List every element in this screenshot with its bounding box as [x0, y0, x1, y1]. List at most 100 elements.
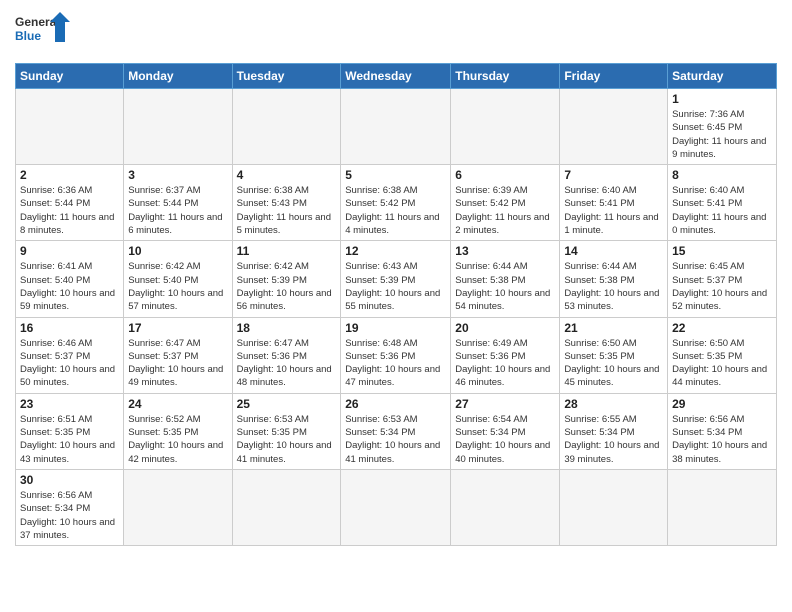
day-number: 19 [345, 321, 446, 335]
calendar-cell: 4 Sunrise: 6:38 AM Sunset: 5:43 PM Daylig… [232, 165, 341, 241]
calendar-cell [232, 89, 341, 165]
calendar-cell [451, 469, 560, 545]
calendar-cell: 21Sunrise: 6:50 AM Sunset: 5:35 PM Dayli… [560, 317, 668, 393]
day-info: Sunrise: 6:40 AM Sunset: 5:41 PM Dayligh… [672, 184, 772, 237]
col-header-monday: Monday [124, 64, 232, 89]
calendar-cell [16, 89, 124, 165]
day-number: 18 [237, 321, 337, 335]
day-info: Sunrise: 6:54 AM Sunset: 5:34 PM Dayligh… [455, 413, 555, 466]
col-header-wednesday: Wednesday [341, 64, 451, 89]
day-number: 25 [237, 397, 337, 411]
day-info: Sunrise: 6:53 AM Sunset: 5:34 PM Dayligh… [345, 413, 446, 466]
day-info: Sunrise: 6:46 AM Sunset: 5:37 PM Dayligh… [20, 337, 119, 390]
day-info: Sunrise: 6:36 AM Sunset: 5:44 PM Dayligh… [20, 184, 119, 237]
day-info: Sunrise: 6:53 AM Sunset: 5:35 PM Dayligh… [237, 413, 337, 466]
calendar-cell: 29 Sunrise: 6:56 AM Sunset: 5:34 PM Dayli… [668, 393, 777, 469]
calendar-cell [560, 89, 668, 165]
day-number: 3 [128, 168, 227, 182]
page-header: General Blue [15, 10, 777, 55]
day-number: 6 [455, 168, 555, 182]
calendar-cell: 17Sunrise: 6:47 AM Sunset: 5:37 PM Dayli… [124, 317, 232, 393]
day-info: Sunrise: 6:41 AM Sunset: 5:40 PM Dayligh… [20, 260, 119, 313]
day-info: Sunrise: 6:40 AM Sunset: 5:41 PM Dayligh… [564, 184, 663, 237]
calendar-cell [668, 469, 777, 545]
day-info: Sunrise: 6:47 AM Sunset: 5:37 PM Dayligh… [128, 337, 227, 390]
col-header-friday: Friday [560, 64, 668, 89]
svg-text:Blue: Blue [15, 29, 41, 43]
col-header-thursday: Thursday [451, 64, 560, 89]
day-number: 23 [20, 397, 119, 411]
day-info: Sunrise: 6:42 AM Sunset: 5:39 PM Dayligh… [237, 260, 337, 313]
calendar-cell: 23 Sunrise: 6:51 AM Sunset: 5:35 PM Dayli… [16, 393, 124, 469]
calendar-cell [341, 89, 451, 165]
calendar-cell: 19 Sunrise: 6:48 AM Sunset: 5:36 PM Dayli… [341, 317, 451, 393]
day-number: 24 [128, 397, 227, 411]
calendar-cell: 16 Sunrise: 6:46 AM Sunset: 5:37 PM Dayli… [16, 317, 124, 393]
calendar-cell: 8Sunrise: 6:40 AM Sunset: 5:41 PM Daylig… [668, 165, 777, 241]
calendar-table: SundayMondayTuesdayWednesdayThursdayFrid… [15, 63, 777, 546]
day-info: Sunrise: 6:52 AM Sunset: 5:35 PM Dayligh… [128, 413, 227, 466]
day-number: 22 [672, 321, 772, 335]
day-info: Sunrise: 6:56 AM Sunset: 5:34 PM Dayligh… [672, 413, 772, 466]
calendar-cell: 2 Sunrise: 6:36 AM Sunset: 5:44 PM Daylig… [16, 165, 124, 241]
calendar-cell: 7Sunrise: 6:40 AM Sunset: 5:41 PM Daylig… [560, 165, 668, 241]
calendar-cell: 15Sunrise: 6:45 AM Sunset: 5:37 PM Dayli… [668, 241, 777, 317]
calendar-cell: 22 Sunrise: 6:50 AM Sunset: 5:35 PM Dayli… [668, 317, 777, 393]
day-number: 16 [20, 321, 119, 335]
day-number: 26 [345, 397, 446, 411]
day-number: 20 [455, 321, 555, 335]
calendar-cell: 12 Sunrise: 6:43 AM Sunset: 5:39 PM Dayli… [341, 241, 451, 317]
day-number: 10 [128, 244, 227, 258]
calendar-cell [560, 469, 668, 545]
day-info: Sunrise: 6:44 AM Sunset: 5:38 PM Dayligh… [455, 260, 555, 313]
day-number: 14 [564, 244, 663, 258]
day-info: Sunrise: 6:47 AM Sunset: 5:36 PM Dayligh… [237, 337, 337, 390]
calendar-week-row: 2 Sunrise: 6:36 AM Sunset: 5:44 PM Daylig… [16, 165, 777, 241]
calendar-week-row: 9 Sunrise: 6:41 AM Sunset: 5:40 PM Daylig… [16, 241, 777, 317]
day-info: Sunrise: 6:39 AM Sunset: 5:42 PM Dayligh… [455, 184, 555, 237]
day-info: Sunrise: 6:55 AM Sunset: 5:34 PM Dayligh… [564, 413, 663, 466]
day-number: 1 [672, 92, 772, 106]
day-number: 30 [20, 473, 119, 487]
day-info: Sunrise: 7:36 AM Sunset: 6:45 PM Dayligh… [672, 108, 772, 161]
calendar-cell: 5Sunrise: 6:38 AM Sunset: 5:42 PM Daylig… [341, 165, 451, 241]
day-info: Sunrise: 6:45 AM Sunset: 5:37 PM Dayligh… [672, 260, 772, 313]
day-number: 9 [20, 244, 119, 258]
day-info: Sunrise: 6:49 AM Sunset: 5:36 PM Dayligh… [455, 337, 555, 390]
day-info: Sunrise: 6:44 AM Sunset: 5:38 PM Dayligh… [564, 260, 663, 313]
day-number: 11 [237, 244, 337, 258]
day-number: 2 [20, 168, 119, 182]
calendar-cell: 3Sunrise: 6:37 AM Sunset: 5:44 PM Daylig… [124, 165, 232, 241]
calendar-cell [232, 469, 341, 545]
calendar-cell: 9 Sunrise: 6:41 AM Sunset: 5:40 PM Daylig… [16, 241, 124, 317]
calendar-week-row: 30Sunrise: 6:56 AM Sunset: 5:34 PM Dayli… [16, 469, 777, 545]
calendar-cell: 13 Sunrise: 6:44 AM Sunset: 5:38 PM Dayli… [451, 241, 560, 317]
day-number: 12 [345, 244, 446, 258]
calendar-cell: 28Sunrise: 6:55 AM Sunset: 5:34 PM Dayli… [560, 393, 668, 469]
calendar-cell: 27 Sunrise: 6:54 AM Sunset: 5:34 PM Dayli… [451, 393, 560, 469]
day-info: Sunrise: 6:38 AM Sunset: 5:42 PM Dayligh… [345, 184, 446, 237]
day-info: Sunrise: 6:42 AM Sunset: 5:40 PM Dayligh… [128, 260, 227, 313]
calendar-cell [124, 89, 232, 165]
calendar-cell [124, 469, 232, 545]
col-header-sunday: Sunday [16, 64, 124, 89]
calendar-cell: 20 Sunrise: 6:49 AM Sunset: 5:36 PM Dayli… [451, 317, 560, 393]
day-info: Sunrise: 6:43 AM Sunset: 5:39 PM Dayligh… [345, 260, 446, 313]
calendar-cell: 10 Sunrise: 6:42 AM Sunset: 5:40 PM Dayli… [124, 241, 232, 317]
calendar-cell [451, 89, 560, 165]
calendar-cell: 30Sunrise: 6:56 AM Sunset: 5:34 PM Dayli… [16, 469, 124, 545]
day-info: Sunrise: 6:48 AM Sunset: 5:36 PM Dayligh… [345, 337, 446, 390]
day-number: 4 [237, 168, 337, 182]
day-info: Sunrise: 6:50 AM Sunset: 5:35 PM Dayligh… [672, 337, 772, 390]
day-number: 21 [564, 321, 663, 335]
calendar-cell: 14 Sunrise: 6:44 AM Sunset: 5:38 PM Dayli… [560, 241, 668, 317]
day-number: 29 [672, 397, 772, 411]
calendar-cell: 6 Sunrise: 6:39 AM Sunset: 5:42 PM Daylig… [451, 165, 560, 241]
day-info: Sunrise: 6:51 AM Sunset: 5:35 PM Dayligh… [20, 413, 119, 466]
calendar-cell: 24 Sunrise: 6:52 AM Sunset: 5:35 PM Dayli… [124, 393, 232, 469]
day-info: Sunrise: 6:38 AM Sunset: 5:43 PM Dayligh… [237, 184, 337, 237]
day-number: 27 [455, 397, 555, 411]
calendar-cell: 26 Sunrise: 6:53 AM Sunset: 5:34 PM Dayli… [341, 393, 451, 469]
logo-svg: General Blue [15, 10, 70, 55]
day-number: 13 [455, 244, 555, 258]
